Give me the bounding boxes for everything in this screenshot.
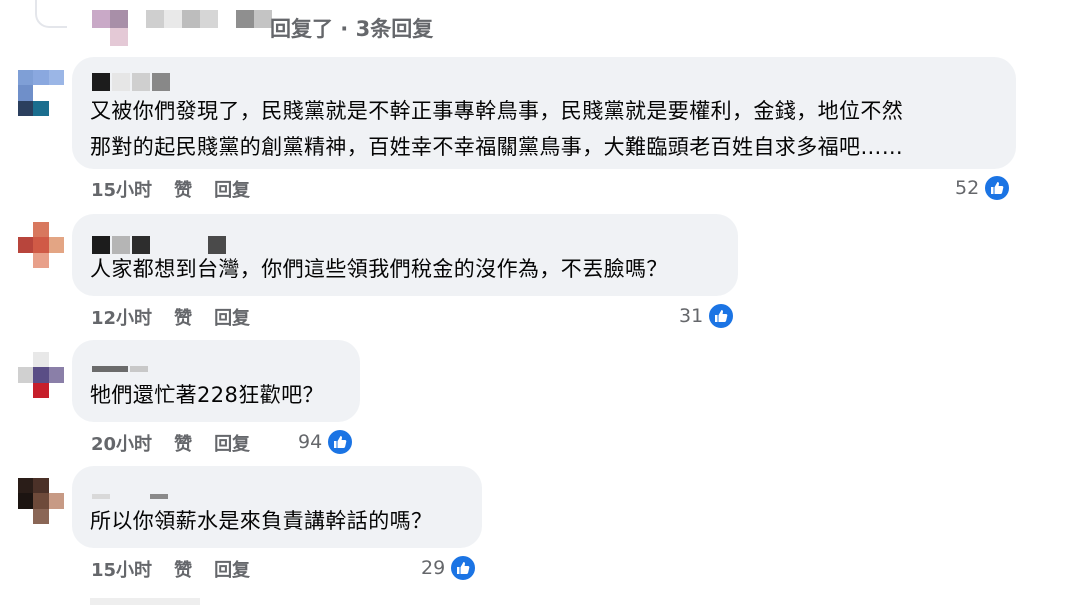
comment-actions: 12小时 赞 回复 — [91, 304, 250, 330]
reaction-count[interactable]: 31 — [679, 302, 736, 330]
reaction-count[interactable]: 29 — [421, 554, 478, 582]
blurred-author-name[interactable] — [92, 73, 170, 91]
comment-line: 所以你領薪水是來負責講幹話的嗎？ — [90, 509, 433, 533]
reply-button[interactable]: 回复 — [214, 556, 250, 582]
reply-button[interactable]: 回复 — [214, 176, 250, 202]
comment-time[interactable]: 15小时 — [91, 556, 152, 582]
blurred-name — [92, 10, 272, 46]
reaction-count[interactable]: 52 — [955, 174, 1012, 202]
comment-time[interactable]: 15小时 — [91, 176, 152, 202]
like-button[interactable]: 赞 — [174, 430, 192, 456]
like-button[interactable]: 赞 — [174, 176, 192, 202]
thread-connector — [35, 0, 67, 28]
comment-line: 那對的起民賤黨的創黨精神，百姓幸不幸福關黨鳥事，大難臨頭老百姓自求多福吧…… — [90, 135, 904, 159]
reply-button[interactable]: 回复 — [214, 304, 250, 330]
blurred-author-name[interactable] — [92, 494, 168, 499]
comment-line: 牠們還忙著228狂歡吧？ — [90, 383, 324, 407]
thumbs-up-icon — [983, 174, 1012, 202]
comment-text: 又被你們發現了，民賤黨就是不幹正事專幹鳥事，民賤黨就是要權利，金錢，地位不然 那… — [90, 93, 903, 165]
comment-actions: 15小时 赞 回复 — [91, 556, 250, 582]
reaction-number: 52 — [955, 177, 980, 199]
replies-count-text[interactable]: 回复了 · 3条回复 — [270, 13, 433, 43]
comment-time[interactable]: 12小时 — [91, 304, 152, 330]
comment-actions: 15小时 赞 回复 — [91, 176, 250, 202]
comment-text: 牠們還忙著228狂歡吧？ — [90, 377, 324, 413]
next-comment-hint — [90, 598, 200, 605]
comment-text: 人家都想到台灣，你們這些領我們稅金的沒作為，不丟臉嗎？ — [90, 251, 668, 287]
comment-bubble: 人家都想到台灣，你們這些領我們稅金的沒作為，不丟臉嗎？ — [72, 214, 738, 296]
avatar[interactable] — [18, 478, 64, 524]
avatar[interactable] — [18, 222, 64, 268]
comment-bubble: 又被你們發現了，民賤黨就是不幹正事專幹鳥事，民賤黨就是要權利，金錢，地位不然 那… — [72, 57, 1016, 169]
thumbs-up-icon — [449, 554, 478, 582]
reaction-number: 31 — [679, 305, 704, 327]
thumbs-up-icon — [326, 428, 355, 456]
comment-bubble: 所以你領薪水是來負責講幹話的嗎？ — [72, 466, 482, 548]
reaction-number: 29 — [421, 557, 446, 579]
comment-line: 又被你們發現了，民賤黨就是不幹正事專幹鳥事，民賤黨就是要權利，金錢，地位不然 — [90, 99, 904, 123]
like-button[interactable]: 赞 — [174, 304, 192, 330]
like-button[interactable]: 赞 — [174, 556, 192, 582]
comment-time[interactable]: 20小时 — [91, 430, 152, 456]
comment-actions: 20小时 赞 回复 — [91, 430, 250, 456]
reply-button[interactable]: 回复 — [214, 430, 250, 456]
comment-text: 所以你領薪水是來負責講幹話的嗎？ — [90, 503, 432, 539]
reaction-number: 94 — [298, 431, 323, 453]
replies-summary[interactable]: 回复了 · 3条回复 — [92, 8, 433, 48]
comment-line: 人家都想到台灣，你們這些領我們稅金的沒作為，不丟臉嗎？ — [90, 257, 668, 281]
avatar[interactable] — [18, 352, 64, 398]
avatar[interactable] — [18, 70, 64, 116]
blurred-author-name[interactable] — [92, 366, 148, 372]
thumbs-up-icon — [707, 302, 736, 330]
reaction-count[interactable]: 94 — [298, 428, 355, 456]
comment-bubble: 牠們還忙著228狂歡吧？ — [72, 340, 360, 422]
